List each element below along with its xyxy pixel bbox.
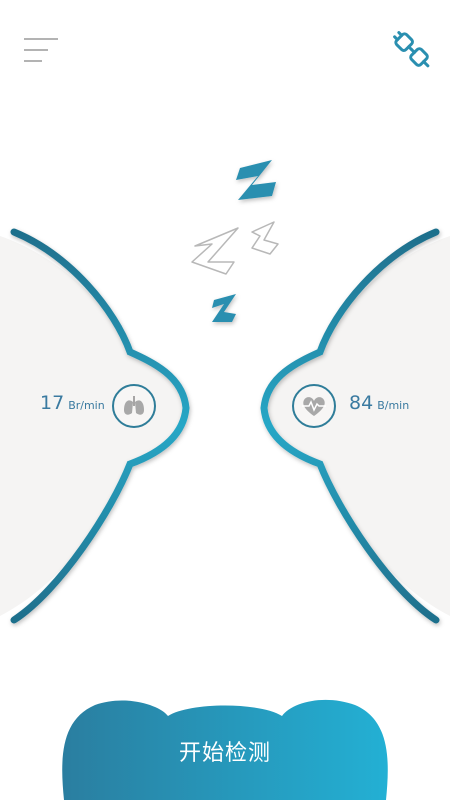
heart-rate-icon-button[interactable] (292, 384, 336, 428)
plug-connect-icon (393, 31, 430, 68)
menu-button[interactable] (18, 30, 64, 70)
respiration-reading: 17 Br/min (40, 392, 105, 414)
heart-rate-value: 84 (349, 392, 374, 414)
start-detection-button[interactable] (60, 690, 390, 800)
hamburger-menu-icon (24, 38, 58, 62)
sleeping-zzz-icon (191, 160, 279, 322)
heart-rate-reading: 84 B/min (349, 392, 409, 414)
heart-rate-unit: B/min (377, 399, 410, 412)
respiration-unit: Br/min (68, 399, 105, 412)
main-screen: 17 Br/min 84 B/min 开始检测 (0, 0, 450, 800)
lungs-icon (124, 396, 144, 415)
respiration-icon-button[interactable] (112, 384, 156, 428)
respiration-value: 17 (40, 392, 65, 414)
connect-button[interactable] (390, 28, 436, 74)
heartbeat-icon (302, 397, 326, 416)
